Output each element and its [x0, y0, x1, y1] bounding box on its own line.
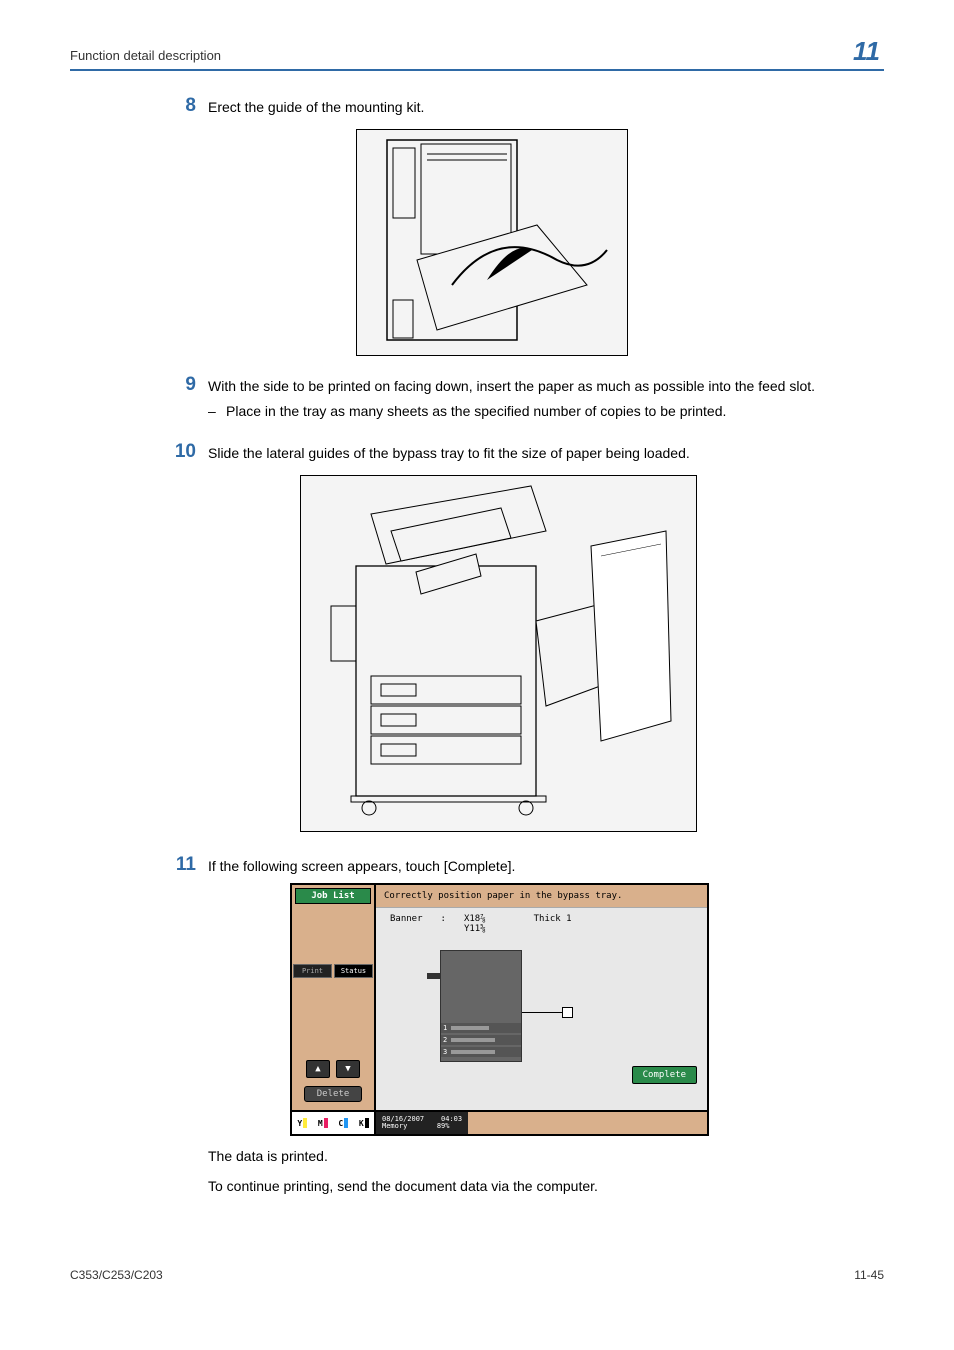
step-text: If the following screen appears, touch […: [208, 854, 884, 878]
running-header: Function detail description: [70, 48, 221, 67]
paragraph: To continue printing, send the document …: [208, 1176, 884, 1198]
arrow-up-icon[interactable]: ▲: [306, 1060, 330, 1078]
step-text: Slide the lateral guides of the bypass t…: [208, 441, 884, 465]
figure-mounting-kit: [356, 129, 628, 356]
delete-button[interactable]: Delete: [304, 1086, 362, 1102]
step-number: 10: [156, 441, 208, 464]
arrow-down-icon[interactable]: ▼: [336, 1060, 360, 1078]
footer-right: 11-45: [854, 1268, 884, 1282]
complete-button[interactable]: Complete: [632, 1066, 697, 1084]
step-subtext: –Place in the tray as many sheets as the…: [208, 401, 884, 423]
step-text: Erect the guide of the mounting kit.: [208, 95, 884, 119]
datetime-bar: 08/16/2007 04:03 Memory 89%: [376, 1112, 468, 1134]
figure-copier-bypass: [300, 475, 697, 832]
screen-message: Correctly position paper in the bypass t…: [376, 885, 707, 908]
step-number: 8: [156, 95, 208, 118]
chapter-number: 11: [849, 36, 884, 67]
paper-thick: Thick 1: [534, 914, 572, 934]
banner-label: Banner: [390, 914, 423, 934]
step-number: 9: [156, 374, 208, 397]
step-number: 11: [156, 854, 208, 877]
footer-left: C353/C253/C203: [70, 1268, 163, 1282]
paper-diagram: 1 2 3: [400, 950, 693, 1070]
joblist-button[interactable]: Job List: [295, 888, 371, 904]
banner-size: X18⅞ Y11⅝: [464, 914, 486, 934]
header-rule: [70, 69, 884, 71]
step-text: With the side to be printed on facing do…: [208, 376, 884, 398]
colon: :: [441, 914, 446, 934]
paragraph: The data is printed.: [208, 1146, 884, 1168]
lcd-screen: Job List Print Status ▲ ▼ Delete Correct…: [290, 883, 709, 1136]
tab-status[interactable]: Status: [334, 964, 373, 978]
toner-levels: Y M C K: [292, 1112, 376, 1134]
tab-print[interactable]: Print: [293, 964, 332, 978]
